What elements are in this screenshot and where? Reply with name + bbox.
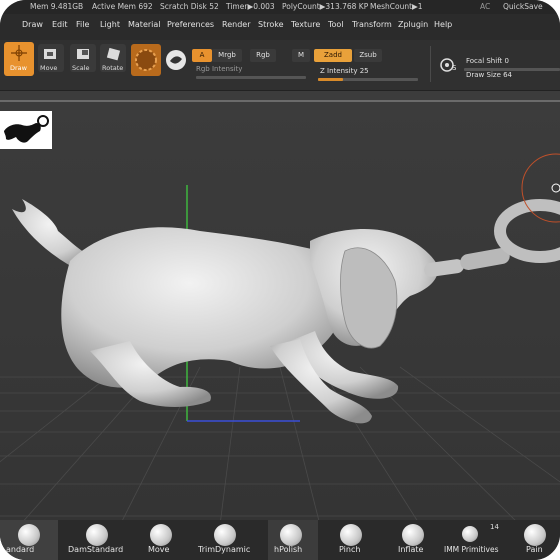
quicksave-button[interactable]: QuickSave (503, 0, 543, 14)
z-intensity-slider[interactable] (318, 78, 418, 81)
app-frame: Mem 9.481GB Active Mem 692 Scratch Disk … (0, 0, 560, 560)
brush-hpolish[interactable]: hPolish (268, 520, 318, 560)
scene-svg (0, 100, 560, 525)
brush-hpolish-label: hPolish (274, 545, 303, 554)
rotate-mode-label: Rotate (102, 64, 124, 72)
brush-move-icon (150, 524, 172, 546)
rgb-button[interactable]: Rgb (250, 49, 276, 62)
menu-stroke[interactable]: Stroke (258, 20, 284, 29)
draw-size-label: Draw Size 64 (466, 71, 513, 79)
zadd-button[interactable]: Zadd (314, 49, 352, 62)
mrgb-button[interactable]: Mrgb (212, 49, 242, 62)
floor-grid (0, 366, 560, 525)
brush-damstandard-icon (86, 524, 108, 546)
menu-tool[interactable]: Tool (328, 20, 344, 29)
focal-shift-label: Focal Shift 0 (466, 57, 509, 65)
canvas-viewport[interactable] (0, 91, 560, 525)
scale-icon (77, 49, 89, 59)
rgb-intensity-label: Rgb Intensity (196, 65, 243, 73)
z-intensity-fill (318, 78, 343, 81)
brush-hpolish-icon (280, 524, 302, 546)
brush-paint-label: Pain (526, 545, 543, 554)
brush-cursor-center (551, 183, 560, 193)
texture-icon (166, 50, 186, 70)
lightbox-icon (440, 58, 454, 72)
brush-standard[interactable]: andard (0, 520, 58, 560)
menu-material[interactable]: Material (128, 20, 161, 29)
brush-paint[interactable]: Pain (516, 520, 560, 560)
brush-pinch-icon (340, 524, 362, 546)
move-icon (44, 49, 56, 59)
draw-mode-label: Draw (10, 64, 27, 72)
scale-mode-label: Scale (72, 64, 90, 72)
brush-damstandard[interactable]: DamStandard (66, 520, 130, 560)
status-bar: Mem 9.481GB Active Mem 692 Scratch Disk … (0, 0, 560, 14)
scale-mode-button[interactable]: Scale (70, 44, 96, 72)
brush-bar: andard DamStandard Move TrimDynamic hPol… (0, 520, 560, 560)
brush-pinch[interactable]: Pinch (334, 520, 374, 560)
draw-icon (11, 45, 27, 61)
menu-zplugin[interactable]: Zplugin (398, 20, 428, 29)
brush-move-label: Move (148, 545, 170, 554)
material-sphere-icon (135, 49, 157, 71)
brush-imm-primitives-icon (462, 526, 478, 542)
move-mode-button[interactable]: Move (38, 44, 64, 72)
zsub-button[interactable]: Zsub (354, 49, 382, 62)
brush-imm-primitives-label: IMM Primitives (444, 545, 499, 554)
brush-move[interactable]: Move (140, 520, 184, 560)
rotate-icon (106, 47, 121, 61)
active-mem-readout: Active Mem 692 (92, 2, 153, 11)
brush-standard-label: andard (6, 545, 35, 554)
brush-inflate-label: Inflate (398, 545, 424, 554)
brush-imm-primitives[interactable]: 14 IMM Primitives (444, 520, 508, 560)
s-label: S (452, 64, 457, 72)
draw-mode-button[interactable]: Draw (4, 42, 34, 76)
s-button[interactable]: S (437, 55, 461, 77)
dog-silhouette-icon (4, 115, 49, 143)
alpha-thumbnail[interactable] (0, 111, 52, 149)
ac-button[interactable]: AC (480, 0, 490, 14)
menu-file[interactable]: File (76, 20, 89, 29)
meshcount-readout: MeshCount▶1 (370, 2, 423, 11)
toolbar-divider (430, 46, 431, 82)
menu-help[interactable]: Help (434, 20, 452, 29)
brush-paint-icon (524, 524, 546, 546)
brush-pinch-label: Pinch (339, 545, 361, 554)
mem-readout: Mem 9.481GB (30, 2, 84, 11)
m-button[interactable]: M (292, 49, 310, 62)
brush-standard-icon (18, 524, 40, 546)
brush-trimdynamic-icon (214, 524, 236, 546)
timer-readout: Timer▶0.003 (226, 2, 275, 11)
brush-damstandard-label: DamStandard (68, 545, 124, 554)
a-button[interactable]: A (192, 49, 212, 62)
rotate-mode-button[interactable]: Rotate (100, 44, 126, 72)
polycount-readout: PolyCount▶313.768 KP (282, 2, 369, 11)
rgb-intensity-slider[interactable] (196, 76, 306, 79)
menu-transform[interactable]: Transform (352, 20, 392, 29)
brush-inflate-icon (402, 524, 424, 546)
menu-edit[interactable]: Edit (52, 20, 68, 29)
material-button[interactable] (131, 44, 161, 76)
brush-trimdynamic[interactable]: TrimDynamic (196, 520, 256, 560)
menu-render[interactable]: Render (222, 20, 250, 29)
imm-count-badge: 14 (490, 523, 499, 531)
menu-preferences[interactable]: Preferences (167, 20, 214, 29)
brush-trimdynamic-label: TrimDynamic (198, 545, 251, 554)
z-intensity-label: Z Intensity 25 (320, 67, 369, 75)
menu-light[interactable]: Light (100, 20, 120, 29)
menu-draw[interactable]: Draw (22, 20, 43, 29)
menu-bar: Draw Edit File Light Material Preference… (0, 14, 560, 40)
brush-inflate[interactable]: Inflate (394, 520, 434, 560)
menu-texture[interactable]: Texture (291, 20, 320, 29)
toolbar: Draw Move Scale Rotate A Mrgb Rgb M Rgb … (0, 40, 560, 91)
scratch-disk-readout: Scratch Disk 52 (160, 2, 219, 11)
texture-button[interactable] (164, 48, 188, 72)
move-mode-label: Move (40, 64, 58, 72)
